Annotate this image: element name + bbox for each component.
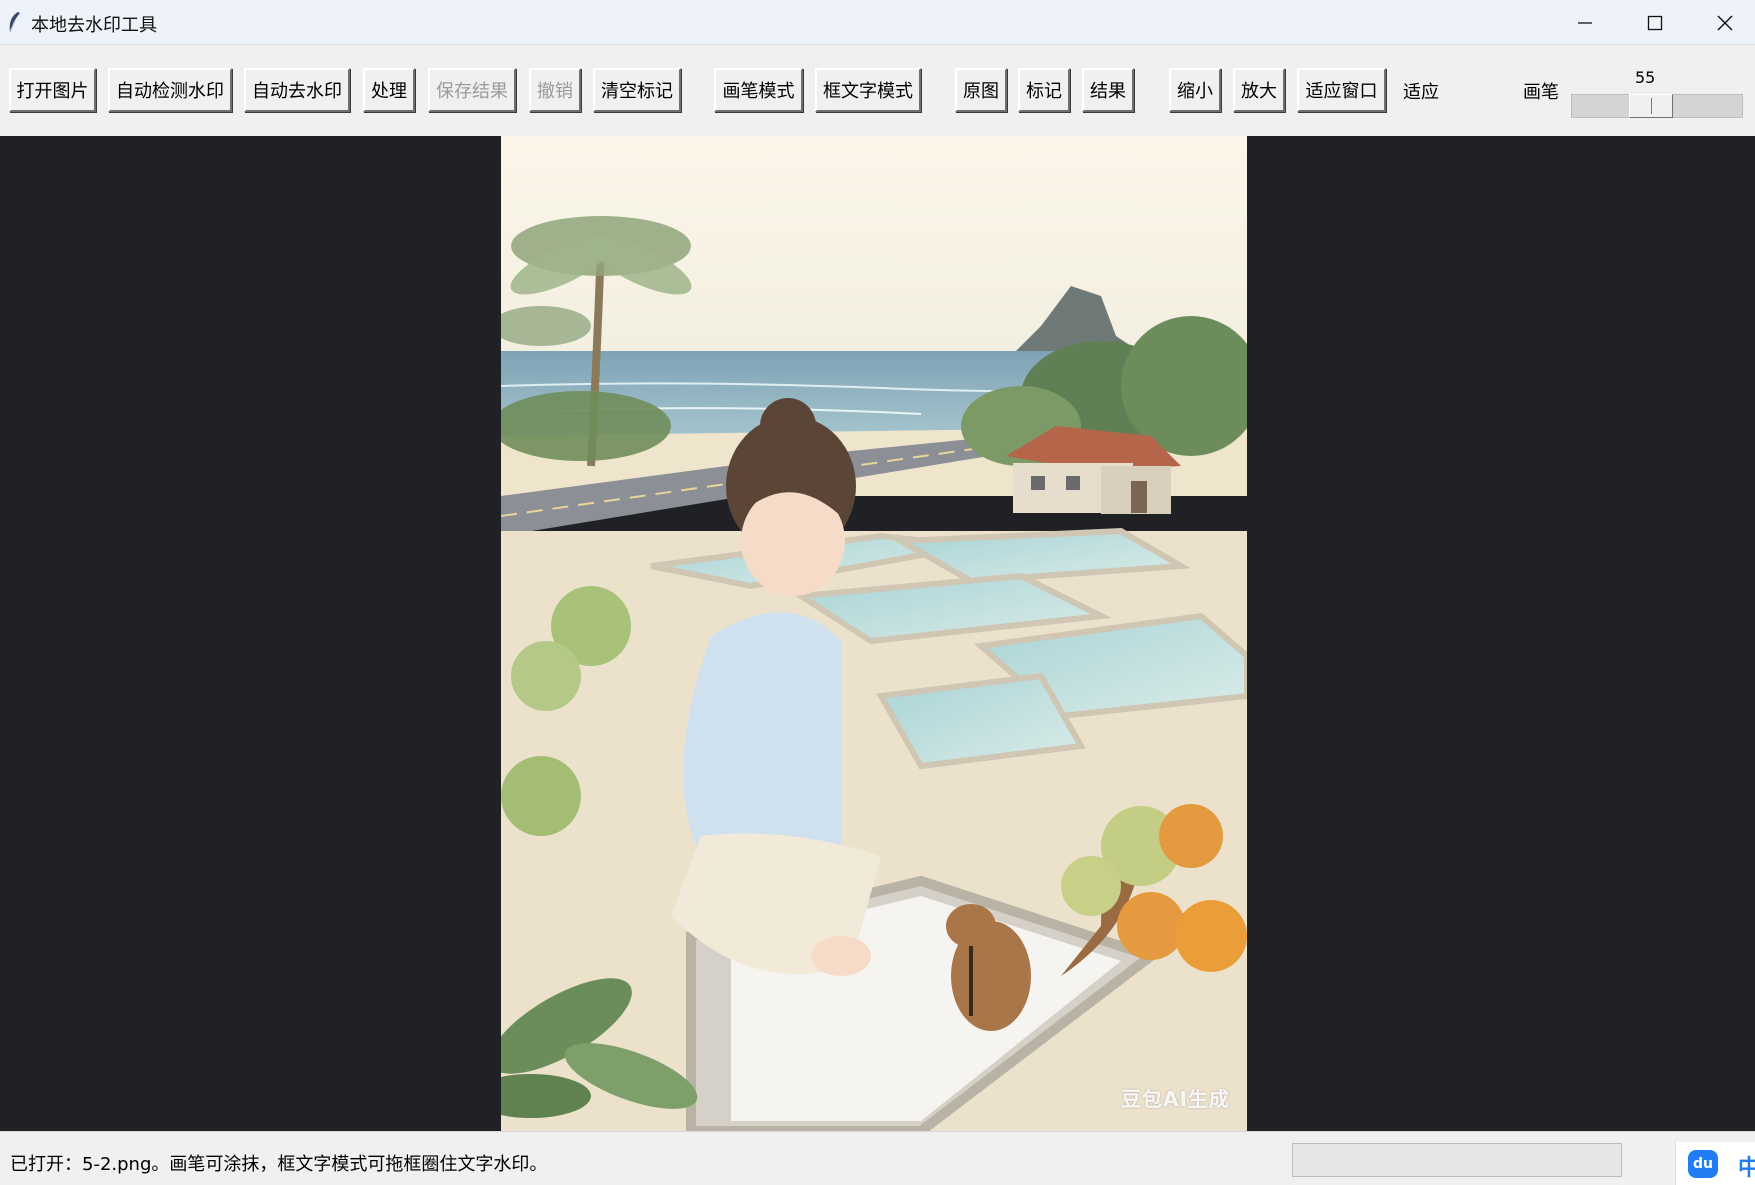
view-result-button[interactable]: 结果 — [1082, 68, 1134, 112]
image-canvas[interactable]: 豆包AI生成 — [0, 136, 1755, 1131]
open-image-button[interactable]: 打开图片 — [9, 68, 96, 112]
minimize-button[interactable] — [1550, 0, 1620, 45]
view-original-button[interactable]: 原图 — [955, 68, 1007, 112]
maximize-button[interactable] — [1620, 0, 1690, 45]
ime-language-label: 中 — [1738, 1150, 1755, 1182]
zoom-in-button[interactable]: 放大 — [1233, 68, 1285, 112]
window-title: 本地去水印工具 — [31, 15, 157, 36]
close-icon — [1717, 15, 1733, 30]
toolbar: 打开图片 自动检测水印 自动去水印 处理 保存结果 撤销 清空标记 画笔模式 框… — [0, 46, 1755, 136]
watercolor-illustration — [501, 136, 1247, 1131]
watermark-text: 豆包AI生成 — [1121, 1087, 1230, 1111]
brush-mode-button[interactable]: 画笔模式 — [714, 68, 803, 112]
title-bar: 本地去水印工具 — [0, 0, 1755, 45]
status-bar: 已打开：5-2.png。画笔可涂抹，框文字模式可拖框圈住文字水印。 du 中 — [0, 1131, 1755, 1185]
fit-window-button[interactable]: 适应窗口 — [1297, 68, 1386, 112]
baidu-ime-icon: du — [1688, 1150, 1718, 1178]
brush-size-slider-thumb[interactable] — [1628, 94, 1673, 118]
auto-detect-watermark-button[interactable]: 自动检测水印 — [108, 68, 232, 112]
zoom-out-button[interactable]: 缩小 — [1169, 68, 1221, 112]
progress-bar — [1292, 1143, 1622, 1177]
undo-button[interactable]: 撤销 — [529, 68, 581, 112]
maximize-icon — [1647, 15, 1663, 30]
brush-size-value: 55 — [1635, 68, 1656, 87]
process-button[interactable]: 处理 — [363, 68, 415, 112]
ime-indicator[interactable]: du 中 — [1675, 1142, 1755, 1185]
clear-marks-button[interactable]: 清空标记 — [593, 68, 681, 112]
view-marks-button[interactable]: 标记 — [1018, 68, 1070, 112]
close-button[interactable] — [1690, 0, 1755, 45]
feather-icon — [9, 12, 20, 33]
brush-label: 画笔 — [1523, 82, 1559, 103]
zoom-status-label: 适应 — [1403, 82, 1439, 103]
box-text-mode-button[interactable]: 框文字模式 — [815, 68, 921, 112]
status-message: 已打开：5-2.png。画笔可涂抹，框文字模式可拖框圈住文字水印。 — [10, 1154, 548, 1175]
loaded-image[interactable]: 豆包AI生成 — [501, 136, 1247, 1131]
save-result-button[interactable]: 保存结果 — [428, 68, 516, 112]
auto-remove-watermark-button[interactable]: 自动去水印 — [244, 68, 350, 112]
minimize-icon — [1578, 21, 1592, 24]
